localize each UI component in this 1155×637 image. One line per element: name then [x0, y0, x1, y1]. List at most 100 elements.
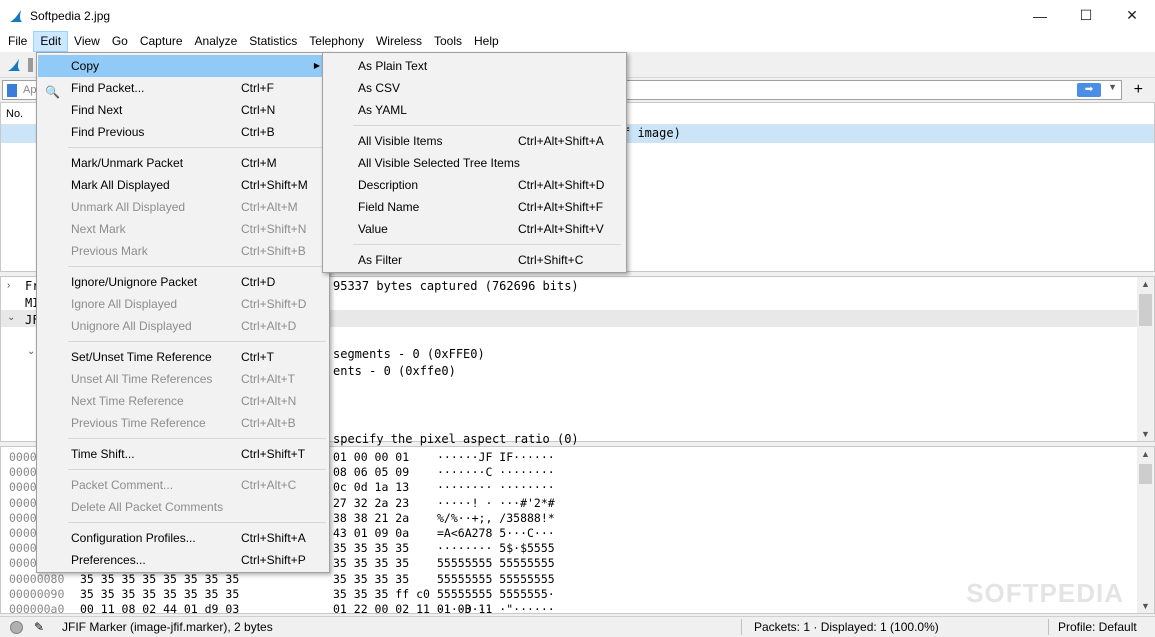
byte-offset[interactable]: 00000090	[9, 587, 64, 601]
byte-hex-right[interactable]: 35 35 35 ff c0	[333, 587, 430, 601]
byte-ascii[interactable]: ········ 5$·$5555	[437, 541, 555, 555]
byte-offset[interactable]: 0000	[9, 450, 37, 464]
expand-chevron-down-icon[interactable]: ⌄	[27, 346, 35, 357]
menu-item-find-previous[interactable]: Find Previous Ctrl+B	[38, 121, 328, 143]
capture-comment-pencil-icon[interactable]: ✎	[34, 620, 48, 634]
expand-chevron-right-icon[interactable]: ›	[7, 280, 10, 291]
menu-item-delete-all-packet-comments[interactable]: Delete All Packet Comments	[38, 496, 328, 518]
bookmark-icon[interactable]	[7, 84, 17, 97]
tree-item-ents[interactable]: ents - 0 (0xffe0)	[333, 364, 456, 378]
byte-ascii[interactable]: =A<6A278 5···C···	[437, 526, 555, 540]
byte-hex-right[interactable]: 35 35 35 35	[333, 572, 409, 586]
menu-go[interactable]: Go	[106, 31, 134, 52]
byte-ascii[interactable]: 55555555 5555555·	[437, 587, 555, 601]
copy-item-all-visible-items[interactable]: All Visible Items Ctrl+Alt+Shift+A	[324, 130, 625, 152]
menu-item-unmark-all-displayed[interactable]: Unmark All Displayed Ctrl+Alt+M	[38, 196, 328, 218]
byte-offset[interactable]: 0000	[9, 541, 37, 555]
byte-offset[interactable]: 0000	[9, 480, 37, 494]
menu-item-ignore-unignore-packet[interactable]: Ignore/Unignore Packet Ctrl+D	[38, 271, 328, 293]
menu-item-packet-comment[interactable]: Packet Comment... Ctrl+Alt+C	[38, 474, 328, 496]
menu-help[interactable]: Help	[468, 31, 505, 52]
details-scrollbar[interactable]: ▲ ▼	[1137, 277, 1154, 441]
copy-item-value[interactable]: Value Ctrl+Alt+Shift+V	[324, 218, 625, 240]
filter-history-chevron-down-icon[interactable]: ▼	[1108, 82, 1117, 92]
menu-analyze[interactable]: Analyze	[189, 31, 244, 52]
menu-file[interactable]: File	[2, 31, 33, 52]
menu-item-find-next[interactable]: Find Next Ctrl+N	[38, 99, 328, 121]
menu-statistics[interactable]: Statistics	[243, 31, 303, 52]
byte-offset[interactable]: 000000a0	[9, 602, 64, 616]
menu-item-previous-mark[interactable]: Previous Mark Ctrl+Shift+B	[38, 240, 328, 262]
byte-offset[interactable]: 0000	[9, 511, 37, 525]
menu-item-previous-time-reference[interactable]: Previous Time Reference Ctrl+Alt+B	[38, 412, 328, 434]
scroll-down-arrow-icon[interactable]: ▼	[1137, 601, 1154, 611]
close-button[interactable]: ✕	[1109, 0, 1155, 31]
copy-item-description[interactable]: Description Ctrl+Alt+Shift+D	[324, 174, 625, 196]
byte-ascii[interactable]: ······JF IF······	[437, 450, 555, 464]
copy-item-as-yaml[interactable]: As YAML	[324, 99, 625, 121]
tree-item-frame-text[interactable]: 95337 bytes captured (762696 bits)	[333, 279, 579, 293]
apply-filter-arrow-icon[interactable]: ➡	[1077, 83, 1101, 97]
byte-offset[interactable]: 0000	[9, 526, 37, 540]
byte-offset[interactable]: 0000	[9, 496, 37, 510]
menu-item-ignore-all-displayed[interactable]: Ignore All Displayed Ctrl+Shift+D	[38, 293, 328, 315]
menu-edit[interactable]: Edit	[33, 31, 69, 52]
menu-telephony[interactable]: Telephony	[303, 31, 370, 52]
byte-hex-right[interactable]: 38 38 21 2a	[333, 511, 409, 525]
column-header-no[interactable]: No.	[6, 108, 23, 120]
menu-item-copy[interactable]: Copy ▶	[38, 55, 328, 77]
menu-item-time-shift[interactable]: Time Shift... Ctrl+Shift+T	[38, 443, 328, 465]
maximize-button[interactable]: ☐	[1063, 0, 1109, 31]
copy-item-as-filter[interactable]: As Filter Ctrl+Shift+C	[324, 249, 625, 271]
menu-item-set-unset-time-reference[interactable]: Set/Unset Time Reference Ctrl+T	[38, 346, 328, 368]
byte-offset[interactable]: 0000	[9, 465, 37, 479]
scroll-down-arrow-icon[interactable]: ▼	[1137, 429, 1154, 439]
byte-ascii[interactable]: ········ ········	[437, 480, 555, 494]
copy-item-all-visible-selected-tree-items[interactable]: All Visible Selected Tree Items	[324, 152, 625, 174]
byte-hex-left[interactable]: 00 11 08 02 44 01 d9 03	[80, 602, 239, 616]
minimize-button[interactable]: —	[1017, 0, 1063, 31]
menu-item-unignore-all-displayed[interactable]: Unignore All Displayed Ctrl+Alt+D	[38, 315, 328, 337]
menu-tools[interactable]: Tools	[428, 31, 468, 52]
menu-item-next-mark[interactable]: Next Mark Ctrl+Shift+N	[38, 218, 328, 240]
menu-item-mark-unmark-packet[interactable]: Mark/Unmark Packet Ctrl+M	[38, 152, 328, 174]
menu-wireless[interactable]: Wireless	[370, 31, 428, 52]
menu-item-configuration-profiles[interactable]: Configuration Profiles... Ctrl+Shift+A	[38, 527, 328, 549]
scrollbar-thumb[interactable]	[1139, 294, 1152, 326]
byte-offset[interactable]: 00000080	[9, 572, 64, 586]
byte-hex-right[interactable]: 35 35 35 35	[333, 541, 409, 555]
byte-hex-left[interactable]: 35 35 35 35 35 35 35 35	[80, 572, 239, 586]
byte-hex-left[interactable]: 35 35 35 35 35 35 35 35	[80, 587, 239, 601]
menu-capture[interactable]: Capture	[134, 31, 189, 52]
copy-item-as-csv[interactable]: As CSV	[324, 77, 625, 99]
byte-ascii[interactable]: 55555555 55555555	[437, 572, 555, 586]
byte-ascii[interactable]: ·······C ········	[437, 465, 555, 479]
expert-info-led-icon[interactable]	[10, 621, 23, 634]
menu-item-mark-all-displayed[interactable]: Mark All Displayed Ctrl+Shift+M	[38, 174, 328, 196]
byte-hex-right[interactable]: 01 00 00 01	[333, 450, 409, 464]
expand-chevron-down-icon[interactable]: ⌄	[7, 312, 15, 323]
add-filter-button[interactable]: +	[1134, 80, 1143, 100]
copy-item-as-plain-text[interactable]: As Plain Text	[324, 55, 625, 77]
byte-offset[interactable]: 0000	[9, 556, 37, 570]
byte-ascii[interactable]: %/%··+;, /35888!*	[437, 511, 555, 525]
scroll-up-arrow-icon[interactable]: ▲	[1137, 279, 1154, 289]
copy-item-field-name[interactable]: Field Name Ctrl+Alt+Shift+F	[324, 196, 625, 218]
byte-hex-right[interactable]: 35 35 35 35	[333, 556, 409, 570]
byte-hex-right[interactable]: 43 01 09 0a	[333, 526, 409, 540]
byte-hex-right[interactable]: 08 06 05 09	[333, 465, 409, 479]
start-capture-icon[interactable]	[6, 57, 22, 73]
menu-item-unset-all-time-references[interactable]: Unset All Time References Ctrl+Alt+T	[38, 368, 328, 390]
tree-item-aspect[interactable]: specify the pixel aspect ratio (0)	[333, 432, 579, 446]
tree-item-segments[interactable]: segments - 0 (0xFFE0)	[333, 347, 485, 361]
stop-capture-icon[interactable]	[28, 58, 33, 72]
scroll-up-arrow-icon[interactable]: ▲	[1137, 449, 1154, 459]
byte-hex-right[interactable]: 0c 0d 1a 13	[333, 480, 409, 494]
byte-hex-right[interactable]: 27 32 2a 23	[333, 496, 409, 510]
menu-view[interactable]: View	[68, 31, 106, 52]
bytes-scrollbar[interactable]: ▲ ▼	[1137, 447, 1154, 613]
status-profile[interactable]: Profile: Default	[1058, 620, 1137, 634]
scrollbar-thumb[interactable]	[1139, 464, 1152, 484]
byte-ascii[interactable]: ·····! · ···#'2*#	[437, 496, 555, 510]
byte-ascii[interactable]: ····D··· ·"······	[437, 602, 555, 616]
